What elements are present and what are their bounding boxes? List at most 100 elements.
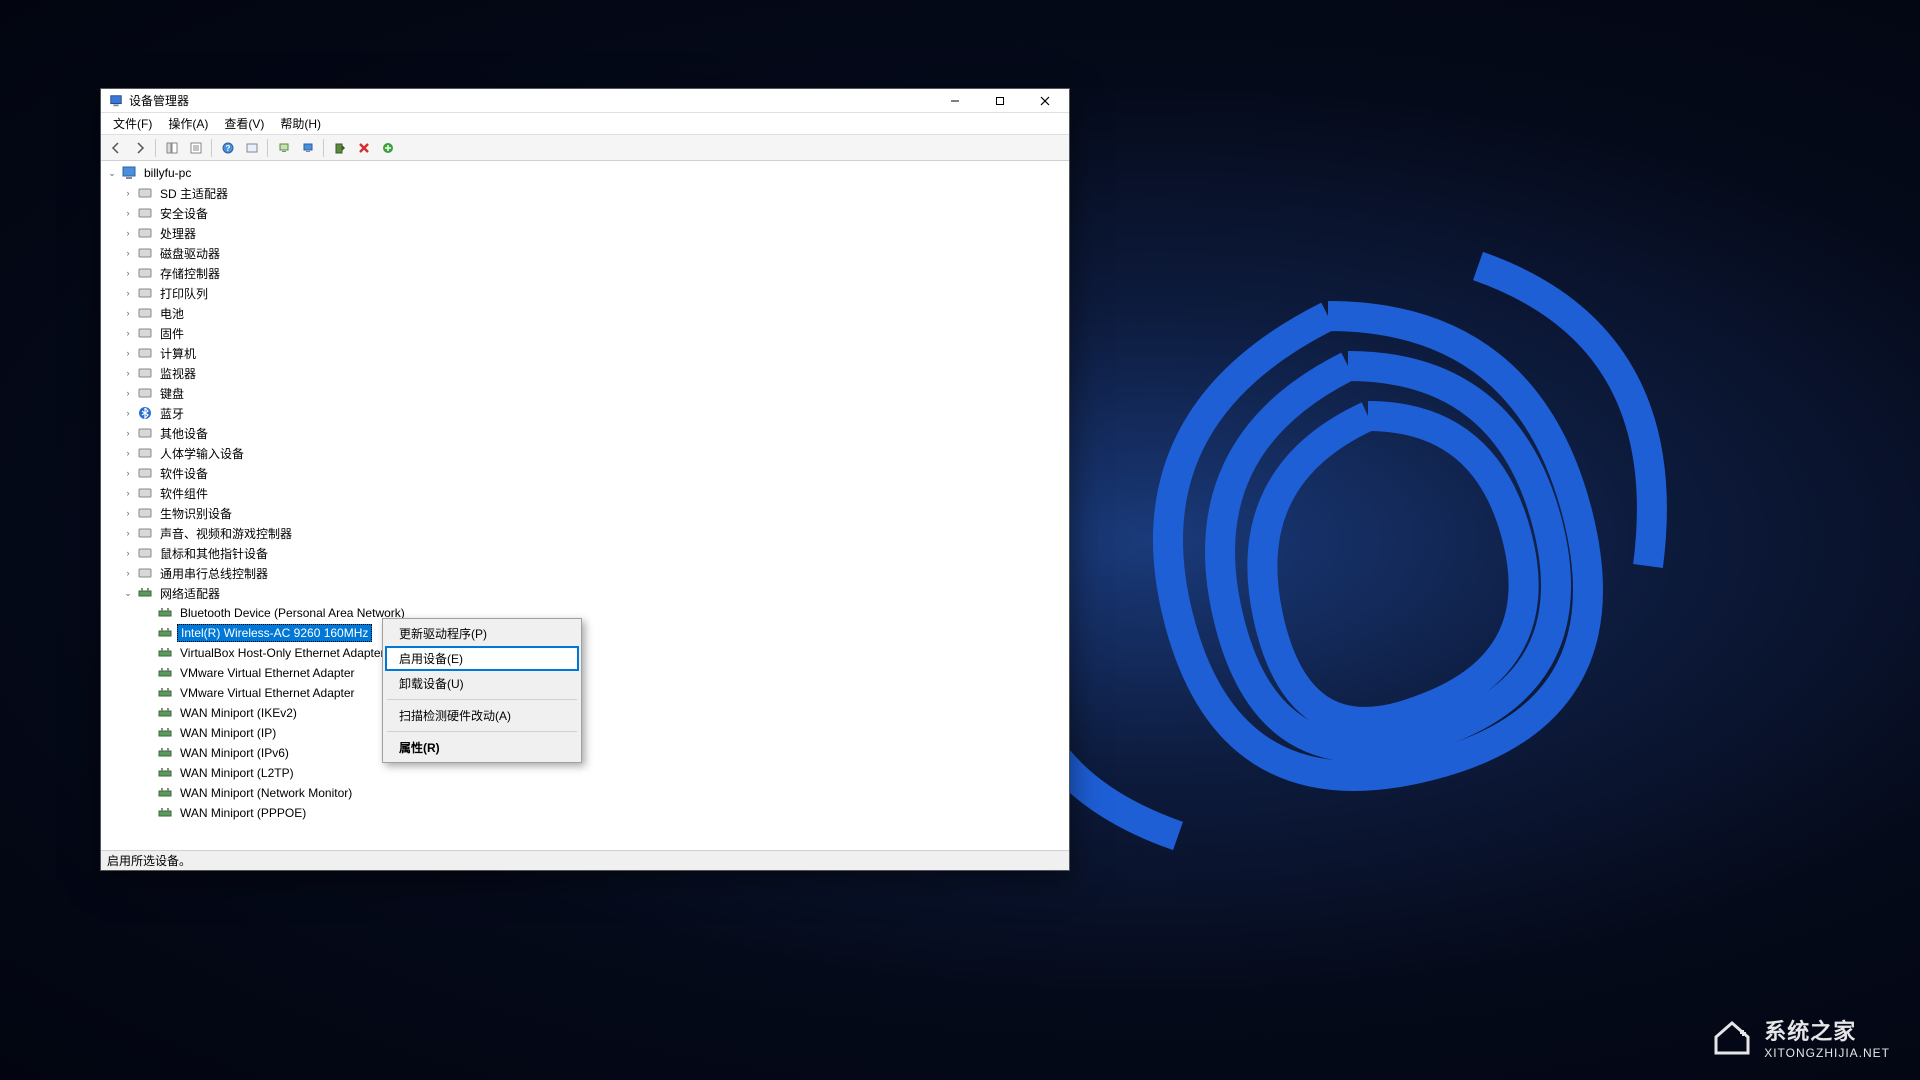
refresh-button[interactable] — [241, 137, 263, 159]
add-legacy-button[interactable] — [377, 137, 399, 159]
node-label: SD 主适配器 — [157, 184, 231, 203]
expander-icon[interactable]: › — [121, 288, 135, 298]
scan-button[interactable] — [273, 137, 295, 159]
ctx-properties[interactable]: 属性(R) — [385, 735, 579, 760]
device-tree[interactable]: ⌄billyfu-pc›SD 主适配器›安全设备›处理器›磁盘驱动器›存储控制器… — [101, 161, 1069, 850]
tree-node[interactable]: ›声音、视频和游戏控制器 — [101, 523, 1069, 543]
menu-view[interactable]: 查看(V) — [216, 113, 272, 134]
expander-icon[interactable]: › — [121, 308, 135, 318]
watermark: 系统之家 XITONGZHIJIA.NET — [1710, 1014, 1890, 1060]
tree-node[interactable]: WAN Miniport (IPv6) — [101, 743, 1069, 763]
expander-icon[interactable]: › — [121, 408, 135, 418]
expander-icon[interactable]: › — [121, 328, 135, 338]
tree-node[interactable]: ›安全设备 — [101, 203, 1069, 223]
tree-node[interactable]: ›监视器 — [101, 363, 1069, 383]
ctx-separator — [387, 699, 577, 700]
forward-button[interactable] — [129, 137, 151, 159]
uninstall-button[interactable] — [353, 137, 375, 159]
menu-file[interactable]: 文件(F) — [105, 113, 160, 134]
expander-icon[interactable]: › — [121, 428, 135, 438]
tree-node[interactable]: ›鼠标和其他指针设备 — [101, 543, 1069, 563]
node-label: VMware Virtual Ethernet Adapter — [177, 685, 358, 701]
tree-node[interactable]: ›存储控制器 — [101, 263, 1069, 283]
tree-node[interactable]: ›电池 — [101, 303, 1069, 323]
expander-icon[interactable]: › — [121, 488, 135, 498]
node-label: 蓝牙 — [157, 404, 187, 423]
tree-node[interactable]: ›人体学输入设备 — [101, 443, 1069, 463]
expander-icon[interactable]: › — [121, 548, 135, 558]
tree-node[interactable]: › 处理器 — [101, 223, 1069, 243]
expander-icon[interactable]: › — [121, 528, 135, 538]
tree-node[interactable]: VirtualBox Host-Only Ethernet Adapter — [101, 643, 1069, 663]
expander-icon[interactable]: › — [121, 368, 135, 378]
tree-node[interactable]: ›计算机 — [101, 343, 1069, 363]
tree-node[interactable]: Bluetooth Device (Personal Area Network) — [101, 603, 1069, 623]
ctx-uninstall-device[interactable]: 卸载设备(U) — [385, 671, 579, 696]
enable-button[interactable] — [329, 137, 351, 159]
node-label: 键盘 — [157, 384, 187, 403]
expander-icon[interactable]: › — [121, 248, 135, 258]
tree-node[interactable]: ⌄billyfu-pc — [101, 163, 1069, 183]
expander-icon[interactable]: › — [121, 388, 135, 398]
watermark-logo-icon — [1710, 1015, 1754, 1059]
tree-node[interactable]: › 蓝牙 — [101, 403, 1069, 423]
back-button[interactable] — [105, 137, 127, 159]
titlebar: 设备管理器 — [101, 89, 1069, 113]
expander-icon[interactable]: › — [121, 508, 135, 518]
tree-node[interactable]: ⌄网络适配器 — [101, 583, 1069, 603]
expander-icon[interactable]: › — [121, 348, 135, 358]
tree-node[interactable]: WAN Miniport (PPPOE) — [101, 803, 1069, 823]
tree-node[interactable]: › 生物识别设备 — [101, 503, 1069, 523]
expander-icon[interactable]: › — [121, 468, 135, 478]
node-label: Bluetooth Device (Personal Area Network) — [177, 605, 408, 621]
tree-node[interactable]: VMware Virtual Ethernet Adapter — [101, 683, 1069, 703]
node-label: 其他设备 — [157, 424, 211, 443]
app-icon — [109, 94, 123, 108]
minimize-button[interactable] — [932, 90, 977, 112]
tree-node[interactable]: ›软件设备 — [101, 463, 1069, 483]
node-label: 处理器 — [157, 224, 199, 243]
tree-node[interactable]: Intel(R) Wireless-AC 9260 160MHz — [101, 623, 1069, 643]
show-hide-tree-button[interactable] — [161, 137, 183, 159]
tree-node[interactable]: › 软件组件 — [101, 483, 1069, 503]
tree-node[interactable]: WAN Miniport (L2TP) — [101, 763, 1069, 783]
ctx-scan-changes[interactable]: 扫描检测硬件改动(A) — [385, 703, 579, 728]
node-label: Intel(R) Wireless-AC 9260 160MHz — [177, 624, 372, 642]
maximize-button[interactable] — [977, 90, 1022, 112]
ctx-enable-device[interactable]: 启用设备(E) — [385, 646, 579, 671]
tree-node[interactable]: › SD 主适配器 — [101, 183, 1069, 203]
menu-help[interactable]: 帮助(H) — [272, 113, 329, 134]
tree-node[interactable]: WAN Miniport (IP) — [101, 723, 1069, 743]
update-driver-button[interactable] — [297, 137, 319, 159]
toolbar-separator — [323, 139, 325, 157]
expander-icon[interactable]: › — [121, 188, 135, 198]
node-label: 生物识别设备 — [157, 504, 235, 523]
toolbar-separator — [211, 139, 213, 157]
tree-node[interactable]: › 键盘 — [101, 383, 1069, 403]
ctx-update-driver[interactable]: 更新驱动程序(P) — [385, 621, 579, 646]
tree-node[interactable]: › 固件 — [101, 323, 1069, 343]
toolbar: ? — [101, 135, 1069, 161]
tree-node[interactable]: WAN Miniport (Network Monitor) — [101, 783, 1069, 803]
node-label: 软件组件 — [157, 484, 211, 503]
help-button[interactable]: ? — [217, 137, 239, 159]
close-button[interactable] — [1022, 90, 1067, 112]
tree-node[interactable]: ›通用串行总线控制器 — [101, 563, 1069, 583]
properties-button[interactable] — [185, 137, 207, 159]
tree-node[interactable]: WAN Miniport (IKEv2) — [101, 703, 1069, 723]
expander-icon[interactable]: › — [121, 448, 135, 458]
node-label: 固件 — [157, 324, 187, 343]
tree-node[interactable]: VMware Virtual Ethernet Adapter — [101, 663, 1069, 683]
expander-icon[interactable]: › — [121, 568, 135, 578]
node-label: 磁盘驱动器 — [157, 244, 223, 263]
expander-icon[interactable]: › — [121, 208, 135, 218]
tree-node[interactable]: › 磁盘驱动器 — [101, 243, 1069, 263]
expander-icon[interactable]: ⌄ — [121, 588, 135, 599]
node-label: WAN Miniport (L2TP) — [177, 765, 297, 781]
expander-icon[interactable]: › — [121, 228, 135, 238]
tree-node[interactable]: ›打印队列 — [101, 283, 1069, 303]
menu-action[interactable]: 操作(A) — [160, 113, 216, 134]
expander-icon[interactable]: › — [121, 268, 135, 278]
expander-icon[interactable]: ⌄ — [105, 168, 119, 179]
tree-node[interactable]: › 其他设备 — [101, 423, 1069, 443]
